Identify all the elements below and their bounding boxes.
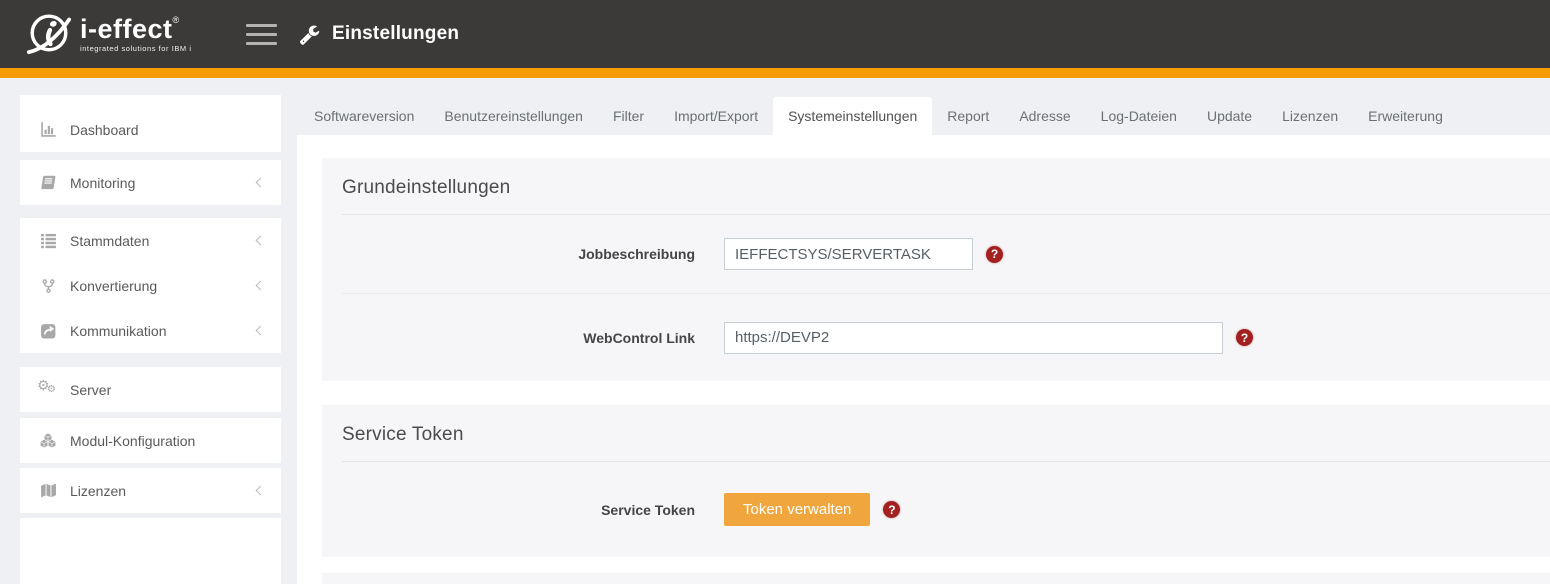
tab-update[interactable]: Update	[1192, 97, 1267, 135]
chevron-left-icon	[256, 236, 266, 246]
sidebar-item-label: Stammdaten	[70, 233, 149, 249]
tab-lizenzen[interactable]: Lizenzen	[1267, 97, 1353, 135]
map-icon	[37, 482, 59, 499]
next-section-partial	[322, 573, 1550, 584]
help-icon[interactable]: ?	[883, 501, 900, 518]
content-panel: GrundeinstellungenJobbeschreibung?WebCon…	[297, 135, 1550, 584]
chevron-left-icon	[256, 486, 266, 496]
tab-import-export[interactable]: Import/Export	[659, 97, 773, 135]
sidebar-item-label: Modul-Konfiguration	[70, 433, 195, 449]
chevron-left-icon	[256, 326, 266, 336]
brand-name: i-effect	[80, 14, 173, 44]
sidebar-item-stammdaten[interactable]: Stammdaten	[20, 218, 281, 263]
jobbeschreibung-input[interactable]	[724, 238, 973, 270]
tab-log-dateien[interactable]: Log-Dateien	[1086, 97, 1192, 135]
sidebar-item-monitoring[interactable]: Monitoring	[20, 160, 281, 205]
accent-bar	[0, 68, 1550, 78]
chevron-left-icon	[256, 178, 266, 188]
sidebar-group: ⚙⚙ Server	[20, 367, 281, 412]
chevron-left-icon	[256, 281, 266, 291]
registered-mark: ®	[173, 15, 180, 25]
form-row: WebControl Link?	[342, 293, 1550, 381]
tab-erweiterung[interactable]: Erweiterung	[1353, 97, 1458, 135]
gears-icon: ⚙⚙	[37, 381, 59, 399]
sidebar-group: Monitoring	[20, 160, 281, 205]
sidebar-item-kommunikation[interactable]: Kommunikation	[20, 308, 281, 353]
cubes-icon	[37, 432, 59, 449]
list-icon	[37, 232, 59, 249]
section-header: Service Token	[342, 405, 1550, 462]
header: i-effect® integrated solutions for IBM i…	[0, 0, 1550, 68]
journal-icon	[37, 174, 59, 191]
sidebar-item-lizenzen[interactable]: Lizenzen	[20, 468, 281, 513]
sidebar-item-modul-konfiguration[interactable]: Modul-Konfiguration	[20, 418, 281, 463]
sidebar-item-label: Server	[70, 382, 111, 398]
section-service-token: Service Token Service Token Token verwalte…	[322, 405, 1550, 557]
share-icon	[37, 322, 59, 339]
brand-tagline: integrated solutions for IBM i	[80, 44, 192, 53]
app-logo[interactable]: i-effect® integrated solutions for IBM i	[26, 9, 192, 60]
field-label: Service Token	[342, 502, 695, 518]
app-root: i-effect® integrated solutions for IBM i…	[0, 0, 1550, 584]
sidebar-item-label: Kommunikation	[70, 323, 167, 339]
brand-text: i-effect® integrated solutions for IBM i	[80, 16, 192, 53]
sidebar-item-label: Dashboard	[70, 122, 139, 138]
page-head: Einstellungen	[299, 0, 459, 68]
sidebar-group: Modul-Konfiguration	[20, 418, 281, 463]
tab-adresse[interactable]: Adresse	[1004, 97, 1085, 135]
sidebar: Dashboard Monitoring Stammdaten Konvertieru…	[20, 95, 281, 584]
field-label: WebControl Link	[342, 330, 695, 346]
sidebar-group: Stammdaten Konvertierung Kommunikation	[20, 218, 281, 353]
wrench-icon	[299, 24, 320, 45]
form-row: Jobbeschreibung?	[342, 215, 1550, 293]
tab-benutzereinstellungen[interactable]: Benutzereinstellungen	[429, 97, 598, 135]
form-row: Service Token Token verwalten?	[342, 462, 1550, 557]
sidebar-group: Lizenzen	[20, 468, 281, 513]
webcontrol-link-input[interactable]	[724, 322, 1223, 354]
tab-systemeinstellungen[interactable]: Systemeinstellungen	[773, 97, 932, 135]
tab-softwareversion[interactable]: Softwareversion	[299, 97, 429, 135]
token-verwalten-button[interactable]: Token verwalten	[724, 493, 870, 526]
page-title: Einstellungen	[332, 23, 459, 45]
sidebar-filler	[20, 518, 281, 584]
section-title: Service Token	[342, 424, 1550, 446]
sidebar-group: Dashboard	[20, 95, 281, 152]
main-area: SoftwareversionBenutzereinstellungenFilt…	[297, 78, 1550, 584]
sidebar-item-dashboard[interactable]: Dashboard	[20, 107, 281, 152]
hamburger-icon	[246, 24, 277, 27]
section-grundeinstellungen: GrundeinstellungenJobbeschreibung?WebCon…	[322, 158, 1550, 381]
section-header: Grundeinstellungen	[342, 158, 1550, 215]
tab-report[interactable]: Report	[932, 97, 1004, 135]
help-icon[interactable]: ?	[986, 246, 1003, 263]
bar-chart-icon	[37, 121, 59, 138]
tab-filter[interactable]: Filter	[598, 97, 659, 135]
sidebar-item-label: Konvertierung	[70, 278, 157, 294]
code-fork-icon	[37, 278, 59, 294]
sidebar-item-server[interactable]: ⚙⚙ Server	[20, 367, 281, 412]
tab-bar: SoftwareversionBenutzereinstellungenFilt…	[297, 97, 1550, 135]
sidebar-item-label: Monitoring	[70, 175, 135, 191]
i-effect-logo-icon	[26, 9, 72, 60]
section-title: Grundeinstellungen	[342, 177, 1550, 199]
field-label: Jobbeschreibung	[342, 246, 695, 262]
sidebar-item-label: Lizenzen	[70, 483, 126, 499]
menu-toggle-button[interactable]	[246, 24, 277, 45]
help-icon[interactable]: ?	[1236, 329, 1253, 346]
sidebar-item-konvertierung[interactable]: Konvertierung	[20, 263, 281, 308]
